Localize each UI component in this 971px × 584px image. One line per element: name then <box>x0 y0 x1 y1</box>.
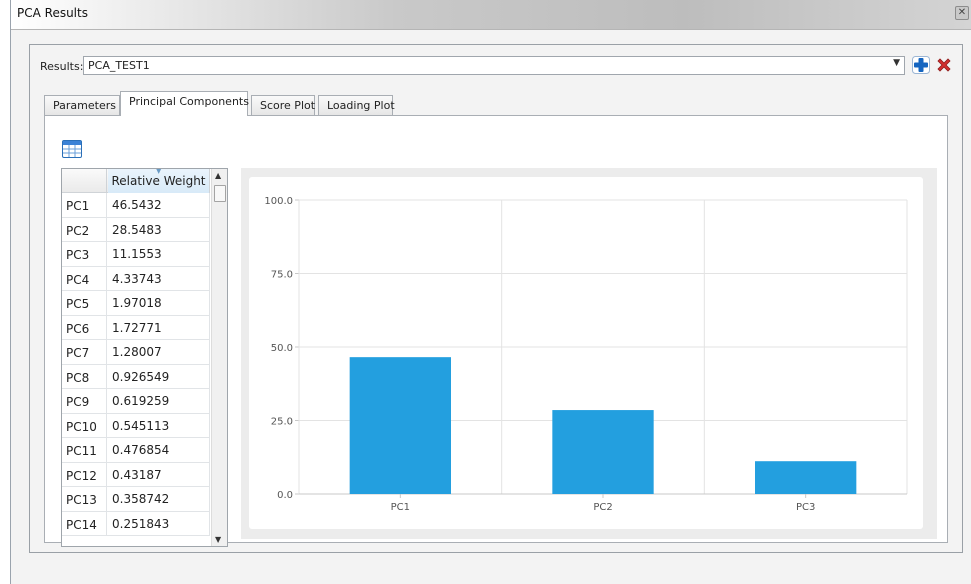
results-frame: Results: PCA_TEST1 ▼ Parameters Principa… <box>29 44 963 553</box>
chart-area: 0.0 25.0 50.0 75.0 100.0 PC1 PC2 PC3 <box>249 177 923 529</box>
row-header: PC14 <box>62 511 107 536</box>
title-bar: PCA Results ✕ <box>11 0 971 30</box>
bar-pc1 <box>349 357 451 494</box>
sort-indicator-icon: ▼ <box>156 168 162 175</box>
table-row[interactable]: PC12 0.43187 <box>62 462 210 487</box>
x-tick-label: PC1 <box>391 502 410 513</box>
bar-pc2 <box>552 410 654 494</box>
y-tick-label: 75.0 <box>271 270 293 281</box>
table-row[interactable]: PC13 0.358742 <box>62 487 210 512</box>
y-tick-label: 50.0 <box>271 343 293 354</box>
scroll-thumb[interactable] <box>214 185 226 202</box>
table-row[interactable]: PC3 11.1553 <box>62 242 210 267</box>
scroll-up-icon[interactable]: ▲ <box>215 171 221 180</box>
y-tick-label: 25.0 <box>271 417 293 428</box>
relative-weight-cell[interactable]: 0.251843 <box>108 511 210 536</box>
tab-label: Parameters <box>53 99 116 112</box>
relative-weight-cell[interactable]: 0.926549 <box>108 364 210 389</box>
tab-principal-components[interactable]: Principal Components <box>120 91 249 116</box>
row-header: PC2 <box>62 217 107 242</box>
table-row[interactable]: PC10 0.545113 <box>62 413 210 438</box>
table-row[interactable]: PC6 1.72771 <box>62 315 210 340</box>
row-header: PC10 <box>62 413 107 438</box>
row-header: PC9 <box>62 389 107 413</box>
table-row[interactable]: PC11 0.476854 <box>62 438 210 463</box>
row-header: PC1 <box>62 193 107 217</box>
chart-container: 0.0 25.0 50.0 75.0 100.0 PC1 PC2 PC3 <box>241 168 937 539</box>
y-tick-label: 0.0 <box>277 490 293 501</box>
scroll-down-icon[interactable]: ▼ <box>215 535 221 544</box>
results-select[interactable]: PCA_TEST1 ▼ <box>83 56 905 75</box>
row-header: PC3 <box>62 242 107 266</box>
relative-weight-table: ▼ Relative Weight PC1 46.5432 PC2 28.5483 PC… <box>61 168 228 547</box>
bar-chart: 0.0 25.0 50.0 75.0 100.0 PC1 PC2 PC3 <box>264 196 908 513</box>
relative-weight-cell[interactable]: 4.33743 <box>108 266 210 291</box>
relative-weight-cell[interactable]: 46.5432 <box>108 193 210 217</box>
relative-weight-cell[interactable]: 0.545113 <box>108 413 210 438</box>
table-grid-icon[interactable] <box>62 140 82 158</box>
table-header: ▼ Relative Weight <box>62 169 210 193</box>
column-header-label: Relative Weight <box>111 174 206 188</box>
principal-components-panel: ▼ Relative Weight PC1 46.5432 PC2 28.5483 PC… <box>44 115 948 547</box>
pca-results-window: PCA Results ✕ Results: PCA_TEST1 ▼ Param… <box>10 0 971 584</box>
relative-weight-cell[interactable]: 0.358742 <box>108 487 210 511</box>
row-header: PC11 <box>62 438 107 462</box>
tab-label: Loading Plot <box>327 99 395 112</box>
tab-parameters[interactable]: Parameters <box>44 95 120 115</box>
relative-weight-cell[interactable]: 1.97018 <box>108 291 210 315</box>
table-scrollbar[interactable]: ▲ ▼ <box>211 169 227 546</box>
relative-weight-cell[interactable]: 0.43187 <box>108 462 210 487</box>
y-tick-label: 100.0 <box>264 196 293 207</box>
delete-x-icon[interactable] <box>935 56 953 74</box>
tab-label: Principal Components <box>129 95 249 108</box>
relative-weight-cell[interactable]: 1.72771 <box>108 315 210 340</box>
relative-weight-cell[interactable]: 0.476854 <box>108 438 210 462</box>
relative-weight-cell[interactable]: 28.5483 <box>108 217 210 242</box>
table-row[interactable]: PC2 28.5483 <box>62 217 210 242</box>
x-tick-label: PC2 <box>593 502 612 513</box>
row-header: PC7 <box>62 340 107 364</box>
table-row[interactable]: PC8 0.926549 <box>62 364 210 389</box>
row-header: PC6 <box>62 315 107 340</box>
table-corner <box>62 169 107 193</box>
chevron-down-icon[interactable]: ▼ <box>893 58 900 68</box>
tab-score-plot[interactable]: Score Plot <box>251 95 315 115</box>
window-title: PCA Results <box>17 6 88 20</box>
bar-pc3 <box>755 461 857 494</box>
row-header: PC13 <box>62 487 107 511</box>
table-row[interactable]: PC9 0.619259 <box>62 389 210 414</box>
column-header-relative-weight[interactable]: ▼ Relative Weight <box>108 169 210 193</box>
tab-loading-plot[interactable]: Loading Plot <box>318 95 395 115</box>
table-row[interactable]: PC7 1.28007 <box>62 340 210 365</box>
row-header: PC4 <box>62 266 107 291</box>
table-row[interactable]: PC5 1.97018 <box>62 291 210 316</box>
plus-icon[interactable] <box>912 56 930 74</box>
close-icon[interactable]: ✕ <box>955 6 969 20</box>
relative-weight-cell[interactable]: 0.619259 <box>108 389 210 413</box>
table-row[interactable]: PC4 4.33743 <box>62 266 210 291</box>
table-row[interactable]: PC14 0.251843 <box>62 511 210 536</box>
table-row[interactable]: PC1 46.5432 <box>62 193 210 218</box>
row-header: PC12 <box>62 462 107 487</box>
results-select-value: PCA_TEST1 <box>88 59 150 72</box>
window-body: Results: PCA_TEST1 ▼ Parameters Principa… <box>11 31 971 584</box>
tab-label: Score Plot <box>260 99 316 112</box>
row-header: PC8 <box>62 364 107 389</box>
row-header: PC5 <box>62 291 107 315</box>
results-label: Results: <box>40 60 84 73</box>
relative-weight-cell[interactable]: 1.28007 <box>108 340 210 364</box>
relative-weight-cell[interactable]: 11.1553 <box>108 242 210 266</box>
x-tick-label: PC3 <box>796 502 815 513</box>
